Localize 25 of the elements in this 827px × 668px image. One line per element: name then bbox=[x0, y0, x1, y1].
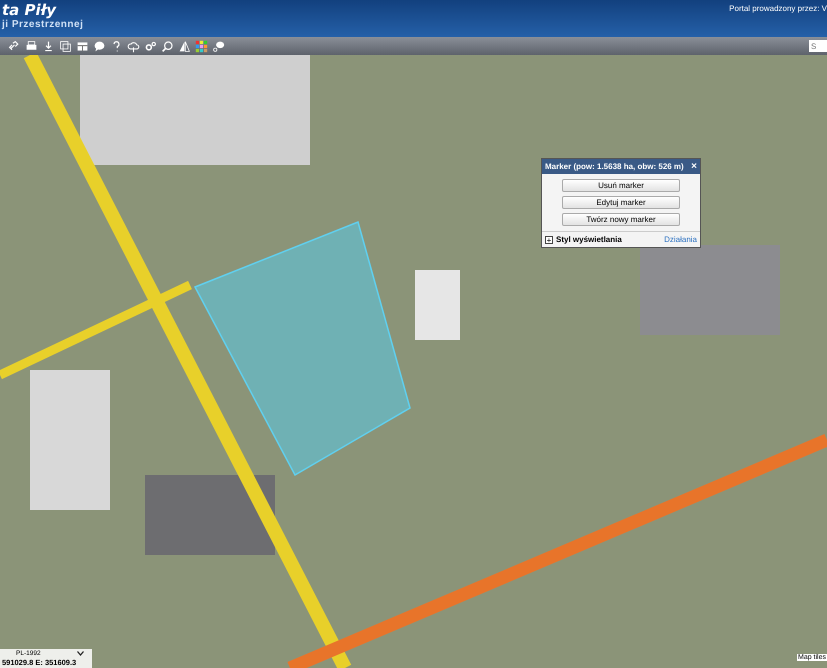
portal-title: ta Piły bbox=[2, 1, 58, 19]
marker-action-button[interactable]: Twórz nowy marker bbox=[562, 213, 680, 226]
marker-action-button[interactable]: Edytuj marker bbox=[562, 196, 680, 209]
palette-icon[interactable] bbox=[195, 40, 208, 52]
close-button[interactable]: × bbox=[691, 161, 697, 172]
expand-button[interactable]: + bbox=[545, 236, 553, 244]
comment-icon[interactable] bbox=[212, 40, 225, 52]
speech-icon[interactable] bbox=[93, 40, 106, 52]
zoom-icon[interactable] bbox=[161, 40, 174, 52]
popup-title: Marker (pow: 1.5638 ha, obw: 526 m) bbox=[545, 162, 684, 171]
triangle-icon[interactable] bbox=[178, 40, 191, 52]
copy-icon[interactable] bbox=[59, 40, 72, 52]
chevron-down-icon bbox=[77, 651, 84, 656]
printer-icon[interactable] bbox=[25, 40, 38, 52]
marker-action-button[interactable]: Usuń marker bbox=[562, 179, 680, 192]
actions-link[interactable]: Działania bbox=[664, 235, 697, 244]
search-field[interactable]: S bbox=[809, 40, 827, 52]
operator-text: Portal prowadzony przez: V bbox=[729, 4, 827, 15]
aerial-map-drawing[interactable] bbox=[0, 55, 827, 668]
portal-subtitle: ji Przestrzennej bbox=[2, 19, 84, 30]
layout-icon[interactable] bbox=[76, 40, 89, 52]
cloud-icon[interactable] bbox=[127, 40, 140, 52]
gears-icon[interactable] bbox=[144, 40, 157, 52]
section-label: Styl wyświetlania bbox=[556, 235, 622, 244]
link-icon[interactable] bbox=[8, 40, 21, 52]
